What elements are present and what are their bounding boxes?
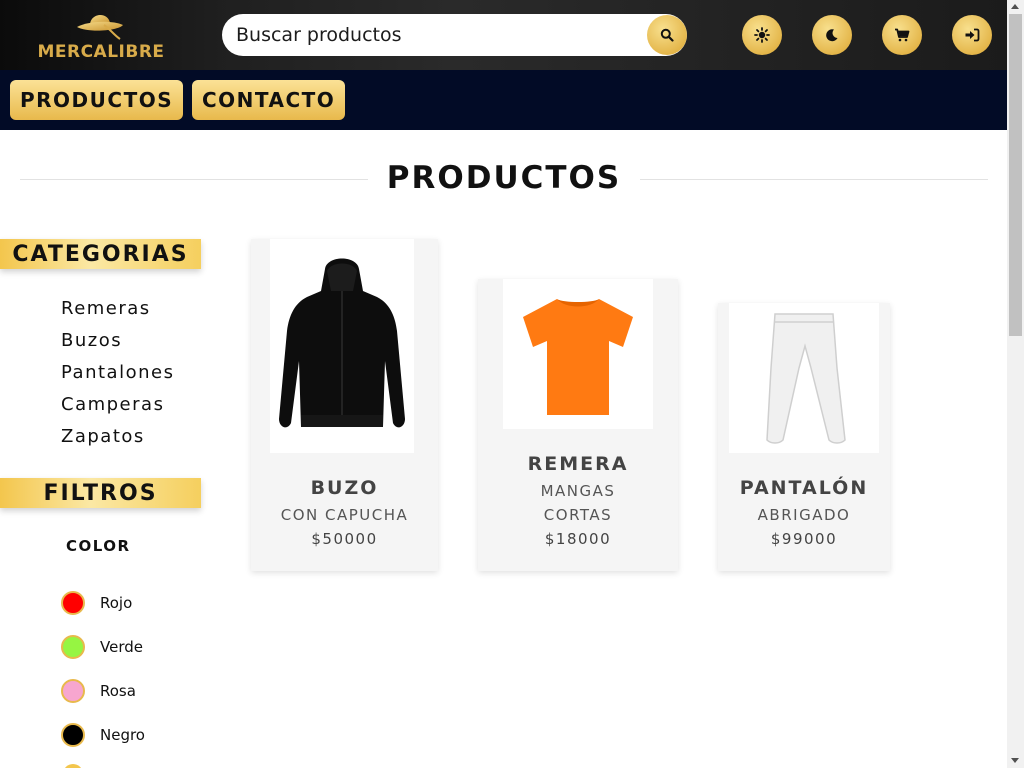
sun-icon (754, 27, 770, 43)
color-name: Negro (100, 726, 145, 744)
moon-icon (826, 29, 838, 42)
scroll-down-arrow-icon[interactable] (1011, 758, 1019, 763)
categories-heading: CATEGORIAS (0, 239, 201, 269)
title-divider-left (20, 179, 368, 180)
search-icon (660, 28, 674, 42)
product-image-pants (729, 303, 879, 453)
color-swatch (61, 635, 85, 659)
header: MERCALIBRE (0, 0, 1007, 70)
page-title: PRODUCTOS (386, 160, 622, 196)
color-option-verde[interactable]: Verde (61, 634, 143, 660)
product-price: $99000 (770, 530, 838, 548)
hat-logo-icon (77, 14, 123, 40)
login-button[interactable] (952, 15, 992, 55)
search-input[interactable] (236, 20, 636, 50)
logo-text: MERCALIBRE (37, 42, 165, 62)
product-image-hoodie (270, 239, 414, 453)
cart-button[interactable] (882, 15, 922, 55)
product-image-tshirt (503, 279, 653, 429)
product-name: PANTALÓN (739, 477, 869, 499)
product-name: BUZO (310, 477, 379, 499)
cart-icon (895, 28, 910, 42)
nav-bar: PRODUCTOS CONTACTO (0, 70, 1007, 130)
color-option-rosa[interactable]: Rosa (61, 678, 136, 704)
color-swatch-partial (63, 764, 83, 768)
color-swatch (61, 679, 85, 703)
login-icon (965, 28, 980, 42)
color-name: Verde (100, 638, 143, 656)
category-item[interactable]: Camperas (61, 392, 174, 424)
category-item[interactable]: Buzos (61, 328, 174, 360)
scroll-thumb[interactable] (1009, 14, 1022, 336)
search-button[interactable] (647, 15, 687, 55)
logo[interactable]: MERCALIBRE (0, 0, 222, 70)
product-price: $50000 (311, 530, 378, 548)
filters-heading: FILTROS (0, 478, 201, 508)
product-price: $18000 (544, 530, 612, 548)
pants-image (766, 313, 846, 444)
tshirt-image (523, 299, 633, 415)
color-option-rojo[interactable]: Rojo (61, 590, 132, 616)
light-mode-button[interactable] (742, 15, 782, 55)
scroll-up-arrow-icon[interactable] (1011, 4, 1019, 9)
category-item[interactable]: Pantalones (61, 360, 174, 392)
color-name: Rosa (100, 682, 136, 700)
nav-contacto-button[interactable]: CONTACTO (192, 80, 346, 120)
nav-productos-button[interactable]: PRODUCTOS (10, 80, 184, 120)
hoodie-image (279, 258, 405, 428)
product-name: REMERA (527, 453, 629, 475)
color-option-negro[interactable]: Negro (61, 722, 145, 748)
category-item[interactable]: Zapatos (61, 424, 174, 456)
color-swatch (61, 723, 85, 747)
product-description: MANGAS CORTAS (540, 482, 616, 524)
color-name: Rojo (100, 594, 133, 612)
color-filter-label: COLOR (66, 537, 131, 555)
search-bar (222, 14, 687, 56)
title-divider-right (640, 179, 988, 180)
page-scrollbar[interactable] (1007, 0, 1024, 768)
product-card-buzo[interactable]: BUZO CON CAPUCHA $50000 (251, 239, 438, 571)
product-card-remera[interactable]: REMERA MANGAS CORTAS $18000 (478, 279, 678, 571)
category-list: Remeras Buzos Pantalones Camperas Zapato… (61, 296, 174, 456)
dark-mode-button[interactable] (812, 15, 852, 55)
product-description: CON CAPUCHA (280, 506, 409, 524)
category-item[interactable]: Remeras (61, 296, 174, 328)
product-card-pantalon[interactable]: PANTALÓN ABRIGADO $99000 (718, 303, 890, 571)
color-swatch (61, 591, 85, 615)
product-description: ABRIGADO (757, 506, 851, 524)
